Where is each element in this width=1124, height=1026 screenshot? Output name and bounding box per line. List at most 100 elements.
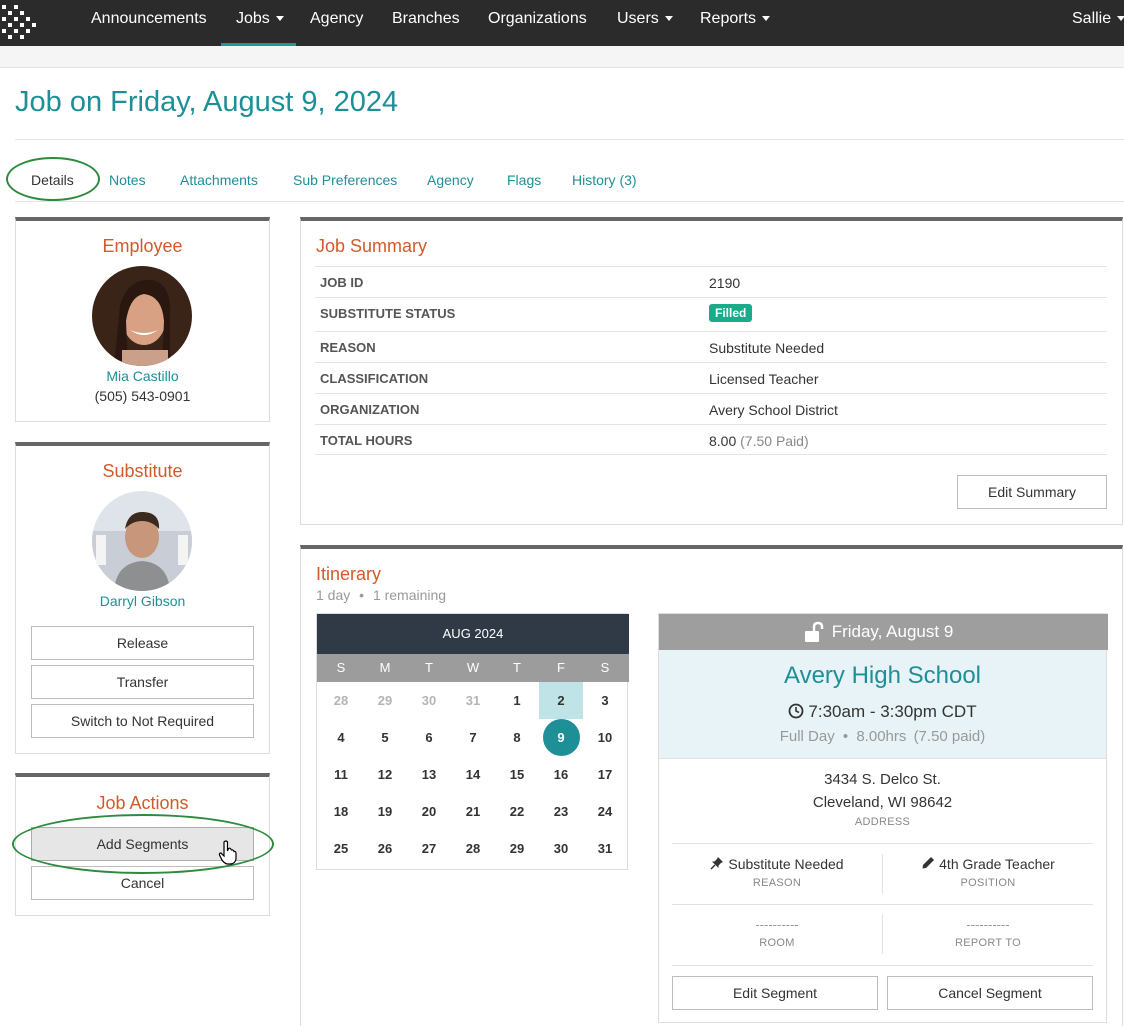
substitute-name-link[interactable]: Darryl Gibson: [15, 593, 270, 609]
nav-branches[interactable]: Branches: [392, 0, 460, 46]
edit-segment-button[interactable]: Edit Segment: [672, 976, 878, 1010]
nav-label: Organizations: [488, 10, 587, 27]
calendar-day[interactable]: 20: [407, 793, 451, 830]
calendar-day[interactable]: 18: [319, 793, 363, 830]
summary-label: REASON: [320, 340, 376, 355]
calendar-day[interactable]: 28: [451, 830, 495, 867]
summary-row: CLASSIFICATION Licensed Teacher: [315, 362, 1107, 393]
school-name: Avery High School: [784, 662, 981, 689]
transfer-button[interactable]: Transfer: [31, 665, 254, 699]
employee-title: Employee: [102, 236, 183, 256]
calendar-day[interactable]: 4: [319, 719, 363, 756]
substitute-avatar[interactable]: [92, 491, 192, 591]
calendar-day[interactable]: 31: [451, 682, 495, 719]
tab-flags[interactable]: Flags: [507, 172, 541, 188]
calendar-day[interactable]: 16: [539, 756, 583, 793]
summary-label: TOTAL HOURS: [320, 433, 413, 448]
calendar-day[interactable]: 11: [319, 756, 363, 793]
calendar-day[interactable]: 19: [363, 793, 407, 830]
organization-link[interactable]: Avery School District: [709, 402, 838, 418]
day-type: Full Day: [779, 728, 835, 745]
paid-hours: (7.50 Paid): [740, 433, 809, 449]
calendar-day[interactable]: 2: [539, 682, 583, 719]
calendar-weekdays: SMTWTFS: [317, 654, 629, 682]
calendar-day[interactable]: 27: [407, 830, 451, 867]
calendar-day[interactable]: 21: [451, 793, 495, 830]
classification-value: Licensed Teacher: [709, 371, 819, 387]
calendar-day[interactable]: 12: [363, 756, 407, 793]
address-line-2: Cleveland, WI 98642: [812, 794, 953, 811]
divider: [659, 758, 1106, 759]
nav-agency[interactable]: Agency: [310, 0, 363, 46]
nav-user-menu[interactable]: Sallie: [1072, 0, 1124, 46]
calendar-day[interactable]: 9: [539, 719, 583, 756]
logo-icon[interactable]: [0, 2, 44, 42]
calendar-day[interactable]: 22: [495, 793, 539, 830]
calendar-day[interactable]: 23: [539, 793, 583, 830]
calendar-day[interactable]: 31: [583, 830, 627, 867]
nav-label: Announcements: [91, 10, 207, 27]
employee-name-link[interactable]: Mia Castillo: [15, 368, 270, 384]
itinerary-days: 1 day: [316, 587, 351, 603]
summary-row: ORGANIZATION Avery School District: [315, 393, 1107, 424]
itinerary-title: Itinerary: [316, 564, 382, 584]
calendar-day[interactable]: 15: [495, 756, 539, 793]
calendar-day[interactable]: 29: [495, 830, 539, 867]
calendar-month: AUG 2024: [317, 614, 629, 654]
report-to-label: REPORT TO: [954, 937, 1022, 949]
segment-summary: Avery High School 7:30am - 3:30pm CDT Fu…: [659, 650, 1106, 758]
calendar-day[interactable]: 30: [407, 682, 451, 719]
calendar-day[interactable]: 6: [407, 719, 451, 756]
divider: [672, 965, 1093, 966]
nav-users[interactable]: Users: [617, 0, 673, 46]
report-to-value: ----------: [966, 917, 1010, 932]
caret-down-icon: [762, 16, 771, 22]
segment-hours-row: Full Day • 8.00hrs (7.50 paid): [659, 728, 1106, 745]
calendar-day[interactable]: 14: [451, 756, 495, 793]
calendar-day[interactable]: 8: [495, 719, 539, 756]
calendar-day[interactable]: 29: [363, 682, 407, 719]
nav-organizations[interactable]: Organizations: [488, 0, 587, 46]
tab-sub-preferences[interactable]: Sub Preferences: [293, 172, 397, 188]
calendar-day[interactable]: 10: [583, 719, 627, 756]
calendar-day[interactable]: 28: [319, 682, 363, 719]
calendar-day[interactable]: 17: [583, 756, 627, 793]
user-name: Sallie: [1072, 10, 1112, 27]
dot-separator: •: [359, 587, 365, 603]
switch-not-required-button[interactable]: Switch to Not Required: [31, 704, 254, 738]
summary-row: SUBSTITUTE STATUS Filled: [315, 297, 1107, 331]
edit-summary-button[interactable]: Edit Summary: [957, 475, 1107, 509]
tab-notes[interactable]: Notes: [109, 172, 146, 188]
calendar-day[interactable]: 3: [583, 682, 627, 719]
calendar-day[interactable]: 30: [539, 830, 583, 867]
calendar-day[interactable]: 25: [319, 830, 363, 867]
calendar-day[interactable]: 1: [495, 682, 539, 719]
position-value: 4th Grade Teacher: [939, 856, 1055, 872]
summary-row: TOTAL HOURS 8.00 (7.50 Paid): [315, 424, 1107, 455]
weekday-label: T: [425, 660, 433, 675]
calendar-day[interactable]: 13: [407, 756, 451, 793]
nav-announcements[interactable]: Announcements: [91, 0, 207, 46]
tab-agency[interactable]: Agency: [427, 172, 474, 188]
weekday-label: F: [557, 660, 565, 675]
nav-reports[interactable]: Reports: [700, 0, 771, 46]
release-button[interactable]: Release: [31, 626, 254, 660]
calendar-day[interactable]: 7: [451, 719, 495, 756]
tab-attachments[interactable]: Attachments: [180, 172, 258, 188]
calendar: AUG 2024 SMTWTFS 28 29 30 31 1 2 3 4 5 6 7 8 9 10 11 12…: [316, 613, 629, 870]
tab-history[interactable]: History (3): [572, 172, 637, 188]
divider: [672, 843, 1093, 844]
unlock-icon[interactable]: [803, 621, 825, 643]
nav-label: Jobs: [236, 10, 270, 27]
caret-down-icon: [1117, 16, 1124, 22]
reason-value: Substitute Needed: [728, 856, 844, 872]
employee-avatar[interactable]: [92, 266, 192, 366]
hours-value: 8.00: [709, 433, 737, 449]
calendar-day[interactable]: 26: [363, 830, 407, 867]
calendar-day[interactable]: 5: [363, 719, 407, 756]
summary-label: CLASSIFICATION: [320, 371, 429, 386]
reason-label: REASON: [752, 877, 802, 889]
cancel-segment-button[interactable]: Cancel Segment: [887, 976, 1093, 1010]
nav-jobs[interactable]: Jobs: [221, 0, 296, 46]
calendar-day[interactable]: 24: [583, 793, 627, 830]
